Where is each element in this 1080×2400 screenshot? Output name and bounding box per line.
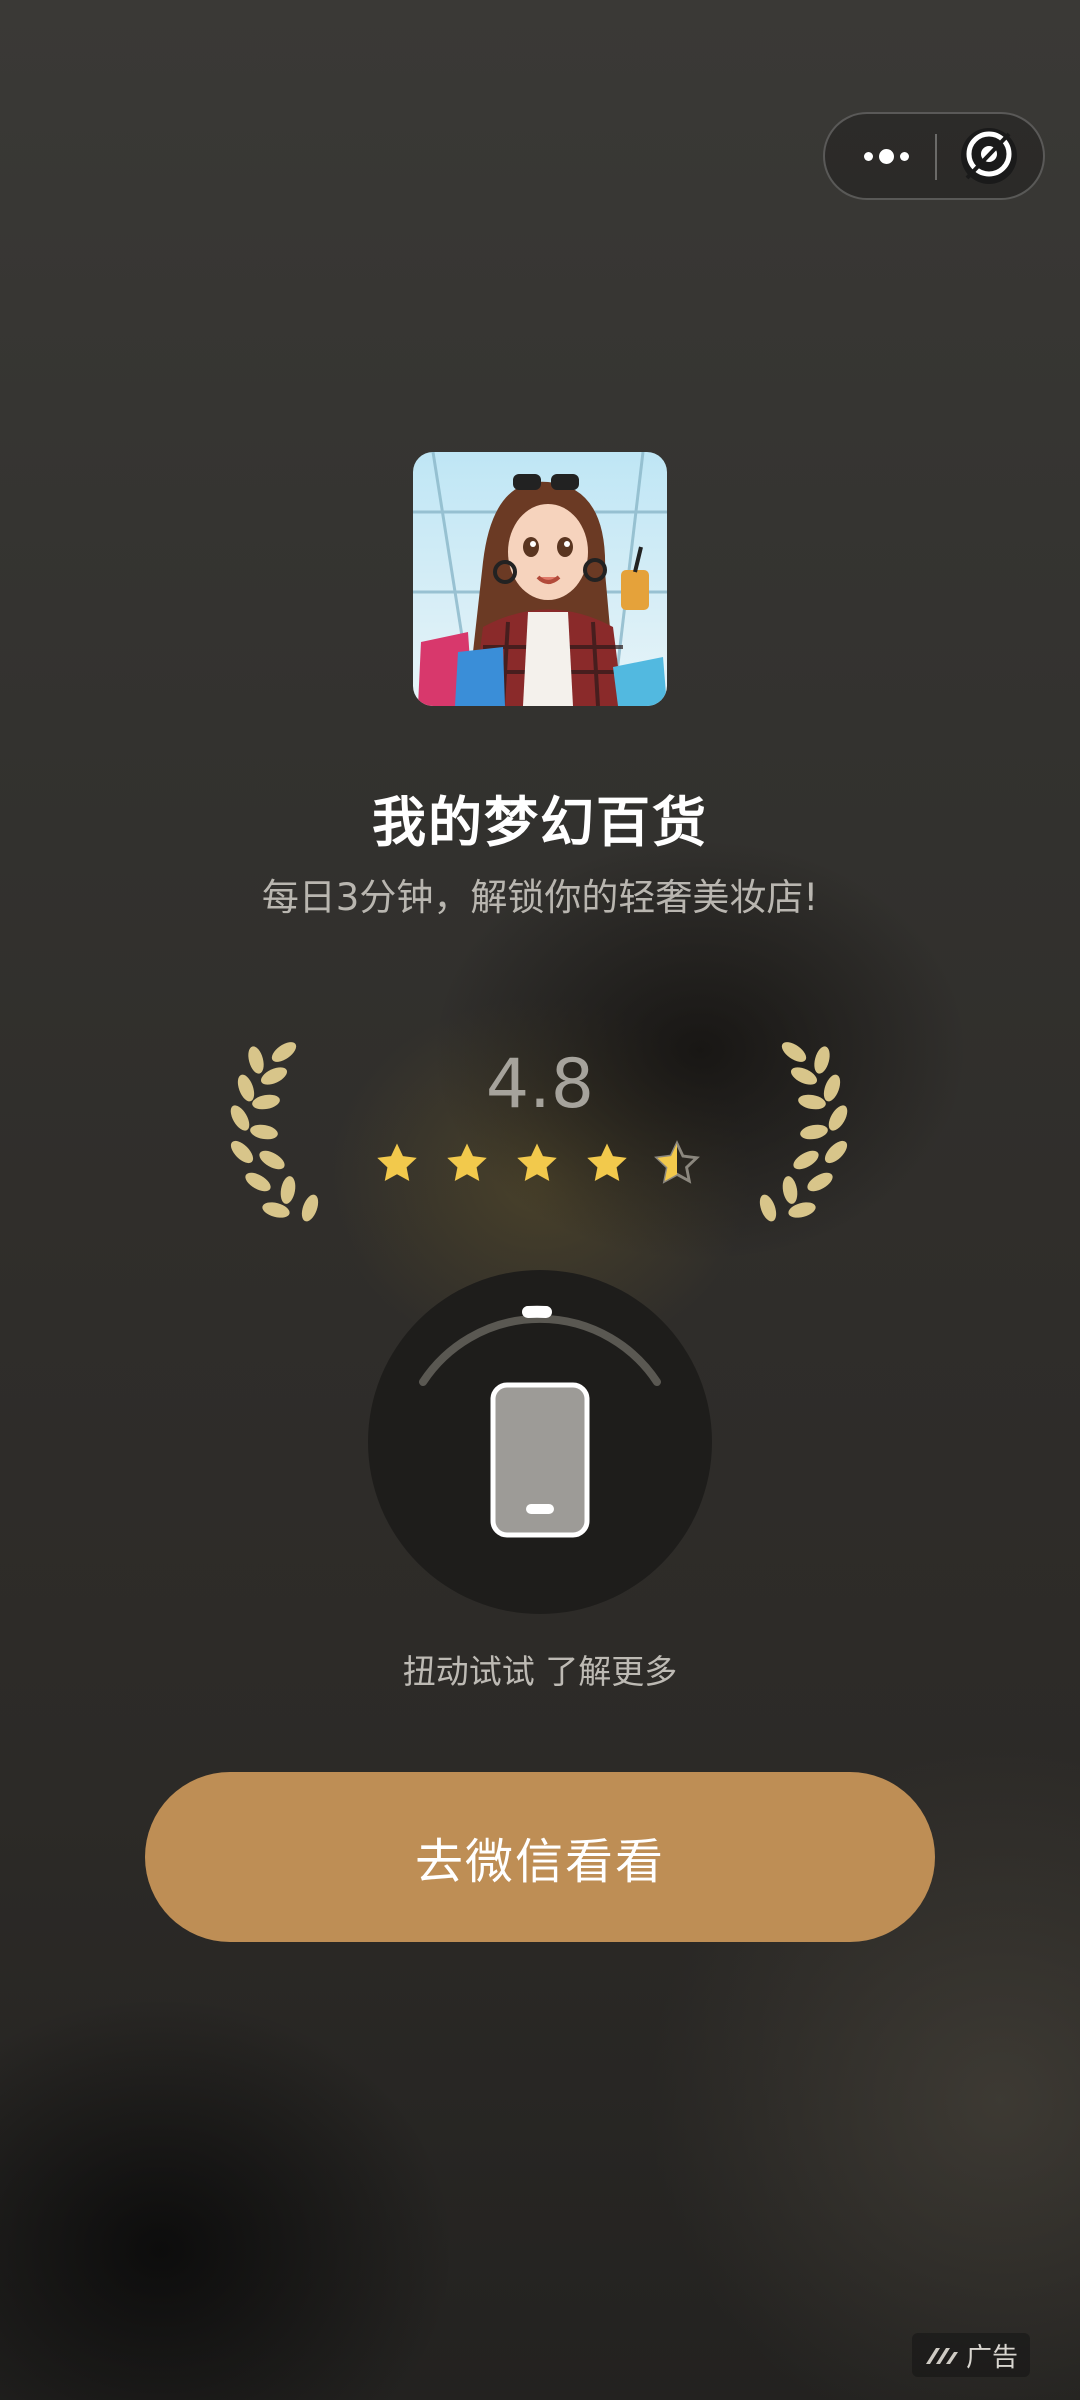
mini-program-capsule: [823, 112, 1045, 200]
phone-icon: [490, 1382, 590, 1538]
app-slogan: 每日3分钟，解锁你的轻奢美妆店!: [261, 876, 819, 919]
more-dots-icon: [863, 151, 873, 161]
ad-label: 广告: [965, 2342, 1018, 2373]
more-dots-icon-center: [878, 148, 894, 164]
capsule-divider: [935, 134, 937, 180]
ad-logo-icon: [925, 2348, 958, 2364]
rating-value: 4.8: [485, 1045, 595, 1124]
more-button[interactable]: [851, 114, 921, 198]
close-target-icon: [961, 128, 1017, 184]
laurel-right-icon: [759, 1042, 848, 1222]
twist-indicator[interactable]: [368, 1270, 712, 1614]
app-name: 我的梦幻百货: [372, 791, 708, 854]
app-icon[interactable]: [413, 452, 667, 706]
star-icon: [517, 1143, 557, 1182]
half-star-icon: [654, 1140, 700, 1184]
twist-hint: 扭动试试 了解更多: [402, 1652, 678, 1691]
ad-badge[interactable]: 广告: [912, 2333, 1030, 2377]
star-icon: [447, 1143, 487, 1182]
ad-screen: 我的梦幻百货 每日3分钟，解锁你的轻奢美妆店! 4.8 扭动试试 了解更多 去微…: [0, 0, 1080, 2400]
close-button[interactable]: [953, 120, 1025, 192]
star-icon: [587, 1143, 627, 1182]
more-dots-icon-right: [899, 151, 909, 161]
star-rating: [374, 1140, 714, 1192]
app-icon-shopping-girl: [413, 452, 667, 706]
star-icon: [377, 1143, 417, 1182]
open-wechat-button[interactable]: 去微信看看: [145, 1772, 935, 1942]
